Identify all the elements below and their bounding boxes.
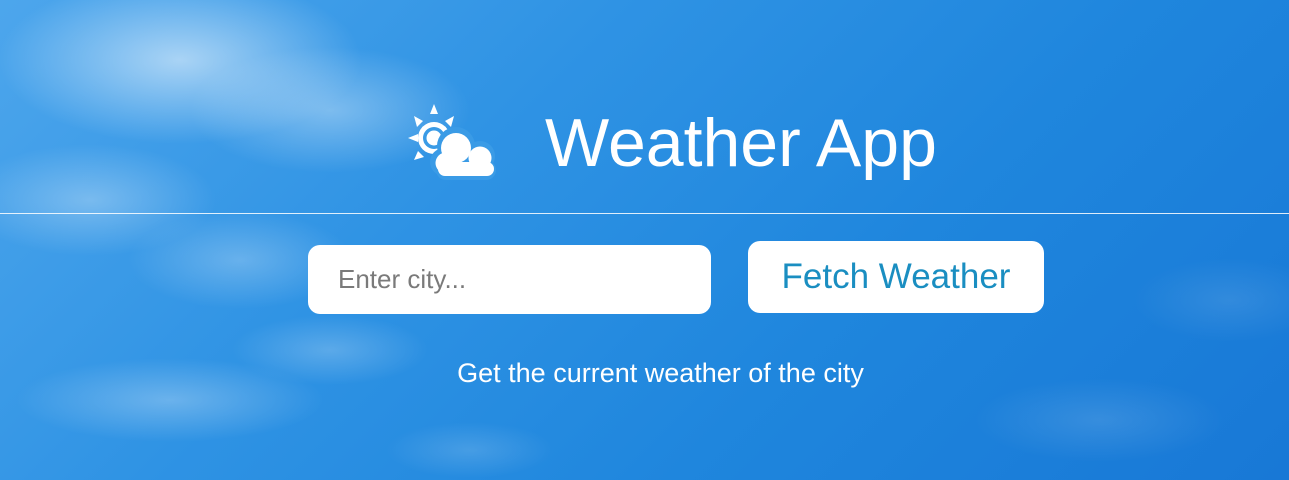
header: Weather App bbox=[0, 0, 1289, 214]
city-input[interactable] bbox=[308, 245, 711, 314]
sun-behind-cloud-icon bbox=[406, 102, 502, 180]
subtitle-text: Get the current weather of the city bbox=[457, 358, 864, 388]
app-title: Weather App bbox=[545, 105, 937, 181]
fetch-weather-button[interactable]: Fetch Weather bbox=[748, 241, 1044, 313]
header-divider bbox=[0, 213, 1289, 214]
